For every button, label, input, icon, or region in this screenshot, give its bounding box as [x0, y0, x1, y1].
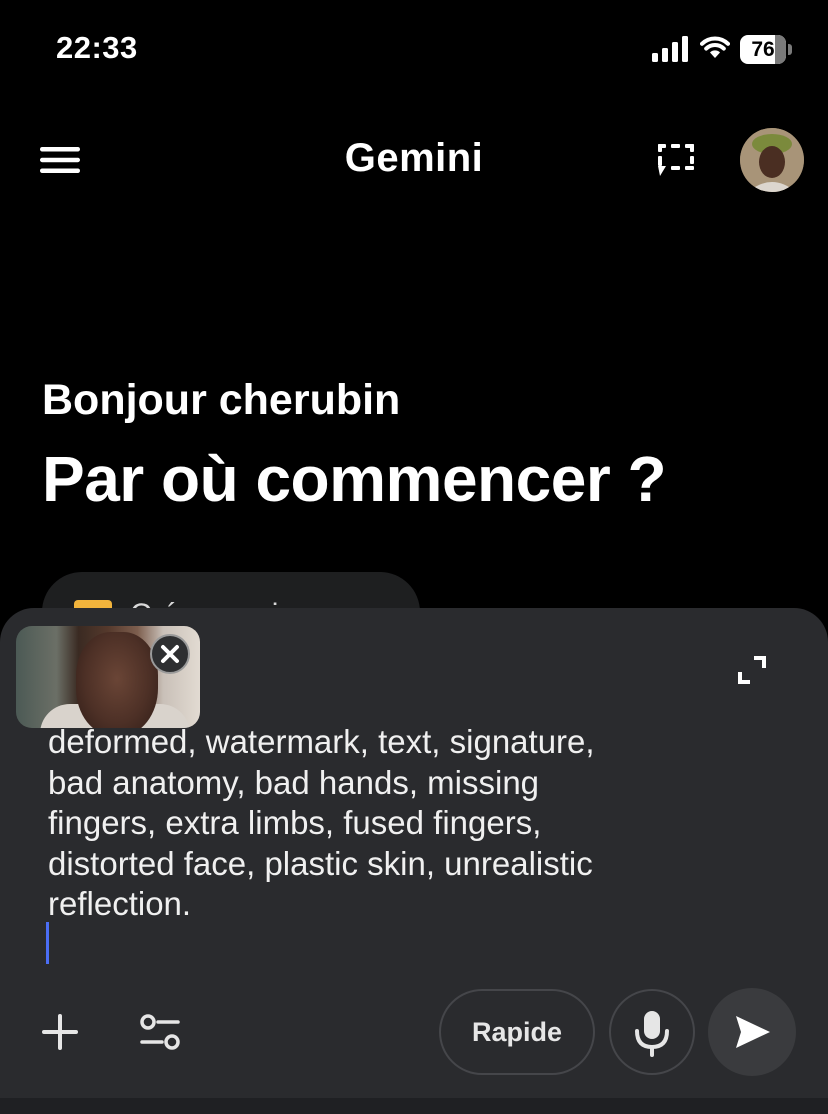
status-time: 22:33 [56, 30, 138, 65]
expand-icon[interactable] [738, 656, 766, 684]
battery-percent: 76 [751, 38, 775, 61]
composer-panel: deformed, watermark, text, signature, ba… [0, 608, 828, 1114]
wifi-icon [700, 36, 730, 58]
close-icon [161, 645, 179, 663]
remove-attachment-button[interactable] [150, 634, 190, 674]
app-title: Gemini [344, 136, 484, 180]
greeting-title: Par où commencer ? [42, 443, 667, 515]
prompt-input[interactable]: deformed, watermark, text, signature, ba… [48, 722, 688, 925]
send-icon [736, 1016, 770, 1048]
signal-icon [652, 36, 688, 62]
microphone-icon [635, 1011, 669, 1057]
greeting-hello: Bonjour cherubin [42, 376, 401, 424]
new-chat-icon[interactable] [656, 142, 696, 180]
mode-selector-button[interactable]: Rapide [439, 989, 595, 1075]
tune-icon[interactable] [138, 1012, 182, 1052]
text-cursor [46, 922, 49, 964]
status-bar: 22:33 76 [0, 0, 828, 100]
home-indicator-area [0, 1098, 828, 1114]
avatar[interactable] [740, 128, 804, 192]
plus-icon[interactable] [40, 1012, 80, 1052]
send-button[interactable] [708, 988, 796, 1076]
microphone-button[interactable] [609, 989, 695, 1075]
battery-icon: 76 [740, 35, 792, 64]
